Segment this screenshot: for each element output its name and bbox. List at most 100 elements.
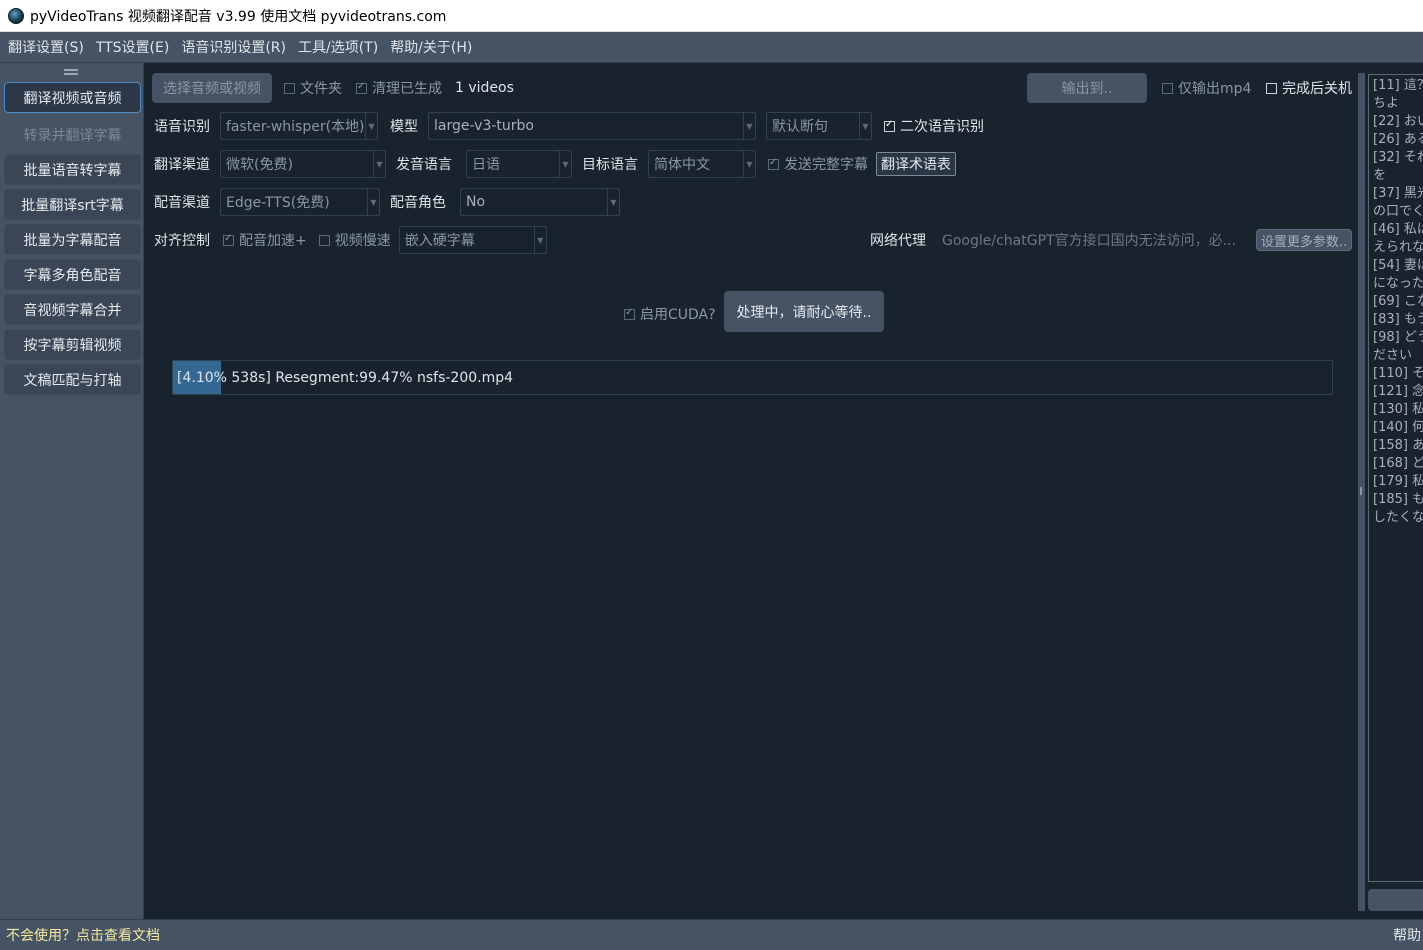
help-doc-link[interactable]: 不会使用？点击查看文档 bbox=[6, 925, 160, 945]
enable-cuda-checkbox-box[interactable] bbox=[624, 307, 635, 320]
log-line: [32] それ bbox=[1373, 150, 1423, 165]
log-line: [46] 私は bbox=[1373, 222, 1423, 237]
log-text-area[interactable]: [11] 這？ ちよ [22] おい [26] ある [32] それを [37] 黒光の口… bbox=[1368, 74, 1423, 882]
menu-translate-settings[interactable]: 翻译设置(S) bbox=[4, 37, 88, 57]
source-language-select[interactable]: 日语 ▼ bbox=[466, 150, 572, 178]
log-panel-button[interactable] bbox=[1368, 889, 1423, 911]
log-line: [110] そ bbox=[1373, 366, 1423, 381]
sidebar-item-batch-asr[interactable]: 批量语音转字幕 bbox=[4, 154, 141, 185]
log-line: [83] もう bbox=[1373, 312, 1423, 327]
enable-cuda-checkbox[interactable]: 启用CUDA? bbox=[624, 304, 716, 324]
subtitle-mode-select[interactable]: 嵌入硬字幕 ▼ bbox=[398, 226, 547, 254]
target-language-value: 简体中文 bbox=[654, 157, 710, 173]
log-line: [185] も bbox=[1373, 492, 1423, 507]
start-process-button[interactable]: 处理中，请耐心等待.. bbox=[724, 291, 884, 332]
clear-generated-checkbox-box[interactable] bbox=[356, 81, 367, 94]
sidebar-item-multi-role-dubbing[interactable]: 字幕多角色配音 bbox=[4, 259, 141, 290]
proxy-input[interactable]: Google/chatGPT官方接口国内无法访问，必... bbox=[936, 226, 1254, 254]
help-button[interactable]: 帮助 bbox=[1393, 925, 1423, 945]
source-language-label: 发音语言 bbox=[396, 157, 452, 173]
sidebar-item-batch-dubbing[interactable]: 批量为字幕配音 bbox=[4, 224, 141, 255]
log-panel: [11] 這？ ちよ [22] おい [26] ある [32] それを [37] 黒光の口… bbox=[1366, 63, 1423, 919]
translate-channel-select[interactable]: 微软(免费) ▼ bbox=[220, 150, 386, 178]
second-pass-asr-checkbox[interactable]: 二次语音识别 bbox=[884, 116, 984, 136]
dubbing-speedup-checkbox[interactable]: 配音加速+ bbox=[223, 230, 307, 250]
log-line: [130] 私 bbox=[1373, 402, 1423, 417]
panel-splitter[interactable] bbox=[1357, 63, 1366, 919]
log-line: [22] おい bbox=[1373, 114, 1423, 129]
menu-asr-settings[interactable]: 语音识别设置(R) bbox=[177, 37, 290, 57]
only-mp4-checkbox-label: 仅输出mp4 bbox=[1178, 81, 1252, 97]
log-line: [69] こな bbox=[1373, 294, 1423, 309]
shutdown-checkbox-box[interactable] bbox=[1266, 82, 1277, 94]
glossary-button[interactable]: 翻译术语表 bbox=[876, 152, 956, 176]
video-slow-checkbox-box[interactable] bbox=[318, 234, 330, 246]
target-language-label: 目标语言 bbox=[582, 157, 638, 173]
align-row: 对齐控制 配音加速+ 视频慢速 嵌入硬字幕 ▼ 网络代理 Google/chat… bbox=[154, 225, 1354, 255]
log-line: [26] ある bbox=[1373, 132, 1423, 147]
chevron-down-icon[interactable]: ▼ bbox=[365, 113, 377, 139]
sidebar-item-merge-av-subtitle[interactable]: 音视频字幕合并 bbox=[4, 294, 141, 325]
subtitle-mode-value: 嵌入硬字幕 bbox=[404, 233, 475, 249]
dubbing-channel-select[interactable]: Edge-TTS(免费) ▼ bbox=[220, 188, 380, 216]
progress-bar: [4.10% 538s] Resegment:99.47% nsfs-200.m… bbox=[172, 360, 1333, 395]
menu-tts-settings[interactable]: TTS设置(E) bbox=[92, 37, 174, 57]
split-mode-select[interactable]: 默认断句 ▼ bbox=[766, 112, 872, 140]
log-line: になった bbox=[1373, 276, 1423, 291]
select-media-button[interactable]: 选择音频或视频 bbox=[152, 73, 272, 103]
dubbing-speedup-checkbox-box[interactable] bbox=[223, 233, 234, 246]
log-line: したくな bbox=[1373, 510, 1423, 525]
model-label: 模型 bbox=[390, 119, 418, 135]
asr-engine-select[interactable]: faster-whisper(本地) ▼ bbox=[220, 112, 378, 140]
chevron-down-icon[interactable]: ▼ bbox=[373, 151, 385, 177]
voice-role-select[interactable]: No ▼ bbox=[460, 188, 620, 216]
send-full-subtitle-checkbox-box[interactable] bbox=[768, 157, 779, 170]
translate-channel-value: 微软(免费) bbox=[226, 157, 293, 173]
target-language-select[interactable]: 简体中文 ▼ bbox=[648, 150, 756, 178]
sidebar-item-cut-by-subtitle[interactable]: 按字幕剪辑视频 bbox=[4, 329, 141, 360]
video-slow-checkbox[interactable]: 视频慢速 bbox=[318, 230, 391, 250]
translate-channel-label: 翻译渠道 bbox=[154, 157, 210, 173]
log-line: [140] 何 bbox=[1373, 420, 1423, 435]
toolbar-row: 选择音频或视频 文件夹 清理已生成 1 videos 输出到.. 仅输出mp4 … bbox=[152, 73, 1357, 103]
menu-bar: 翻译设置(S) TTS设置(E) 语音识别设置(R) 工具/选项(T) 帮助/关… bbox=[0, 32, 1423, 63]
second-pass-asr-checkbox-box[interactable] bbox=[884, 119, 895, 132]
log-line: [54] 妻は bbox=[1373, 258, 1423, 273]
sidebar: 翻译视频或音频 转录并翻译字幕 批量语音转字幕 批量翻译srt字幕 批量为字幕配… bbox=[0, 63, 144, 919]
chevron-down-icon[interactable]: ▼ bbox=[743, 151, 755, 177]
menu-tools-options[interactable]: 工具/选项(T) bbox=[294, 37, 382, 57]
only-mp4-checkbox-box[interactable] bbox=[1162, 82, 1173, 94]
chevron-down-icon[interactable]: ▼ bbox=[367, 189, 379, 215]
only-mp4-checkbox[interactable]: 仅输出mp4 bbox=[1162, 78, 1251, 98]
model-select[interactable]: large-v3-turbo ▼ bbox=[428, 112, 756, 140]
log-line: えられな bbox=[1373, 240, 1423, 255]
clear-generated-checkbox-label: 清理已生成 bbox=[372, 81, 442, 97]
folder-checkbox-box[interactable] bbox=[284, 82, 295, 94]
chevron-down-icon[interactable]: ▼ bbox=[559, 151, 571, 177]
clear-generated-checkbox[interactable]: 清理已生成 bbox=[356, 78, 442, 98]
split-mode-value: 默认断句 bbox=[772, 119, 828, 135]
chevron-down-icon[interactable]: ▼ bbox=[533, 227, 546, 253]
log-line: [168] ど bbox=[1373, 456, 1423, 471]
menu-help-about[interactable]: 帮助/关于(H) bbox=[386, 37, 476, 57]
asr-engine-value: faster-whisper(本地) bbox=[226, 119, 365, 135]
dubbing-channel-label: 配音渠道 bbox=[154, 195, 210, 211]
asr-row: 语音识别 faster-whisper(本地) ▼ 模型 large-v3-tu… bbox=[154, 111, 1254, 141]
folder-checkbox[interactable]: 文件夹 bbox=[284, 78, 342, 98]
shutdown-checkbox-label: 完成后关机 bbox=[1282, 81, 1352, 97]
progress-text: [4.10% 538s] Resegment:99.47% nsfs-200.m… bbox=[177, 369, 514, 386]
sidebar-drag-handle-icon[interactable] bbox=[64, 69, 78, 75]
sidebar-item-text-align[interactable]: 文稿匹配与打轴 bbox=[4, 364, 141, 395]
chevron-down-icon[interactable]: ▼ bbox=[607, 189, 619, 215]
shutdown-checkbox[interactable]: 完成后关机 bbox=[1266, 78, 1352, 98]
more-settings-button[interactable]: 设置更多参数.. bbox=[1256, 229, 1352, 251]
sidebar-item-translate-video[interactable]: 翻译视频或音频 bbox=[4, 82, 141, 113]
send-full-subtitle-checkbox[interactable]: 发送完整字幕 bbox=[768, 154, 868, 174]
window-title: pyVideoTrans 视频翻译配音 v3.99 使用文档 pyvideotr… bbox=[30, 8, 447, 25]
splitter-grip-icon[interactable] bbox=[1360, 487, 1362, 495]
chevron-down-icon[interactable]: ▼ bbox=[743, 113, 755, 139]
output-to-button[interactable]: 输出到.. bbox=[1027, 73, 1147, 103]
asr-label: 语音识别 bbox=[154, 119, 210, 135]
chevron-down-icon[interactable]: ▼ bbox=[859, 113, 871, 139]
sidebar-item-batch-translate-srt[interactable]: 批量翻译srt字幕 bbox=[4, 189, 141, 220]
